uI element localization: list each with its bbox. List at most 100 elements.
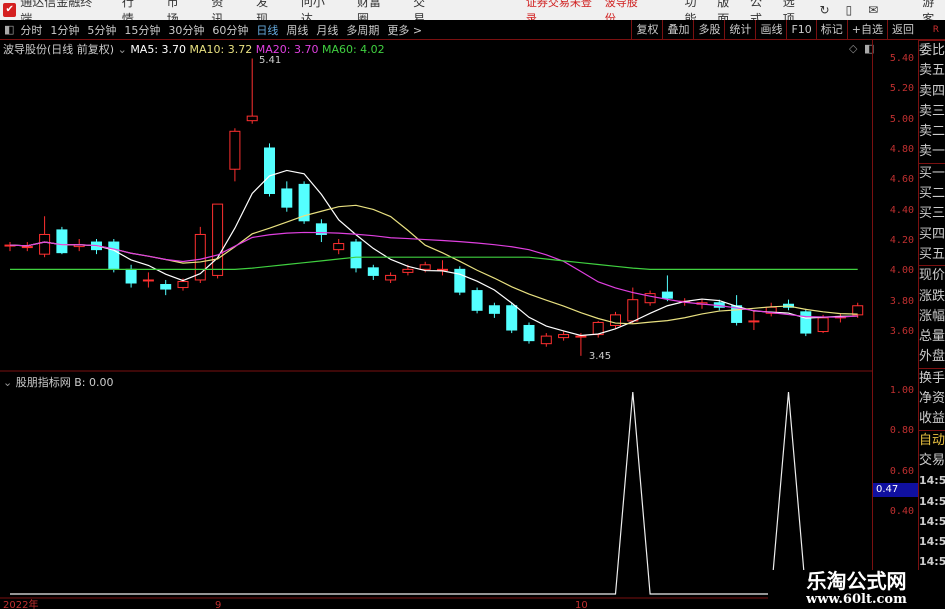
indicator-tick: 1.00 bbox=[889, 385, 914, 396]
period-5min[interactable]: 5分钟 bbox=[87, 22, 116, 38]
app-logo-icon: ✔ bbox=[3, 3, 17, 17]
candle-body bbox=[800, 311, 812, 334]
ma20-label: MA20: 3.70 bbox=[255, 43, 319, 56]
indicator-tick: 0.60 bbox=[889, 465, 914, 477]
indicator-b-line bbox=[10, 391, 858, 595]
quote-label: 14:56 bbox=[919, 474, 945, 488]
phone-icon[interactable]: ▯ bbox=[846, 3, 853, 17]
candle-body bbox=[56, 229, 68, 254]
quote-label: 交易 bbox=[919, 452, 945, 468]
period-more[interactable]: 更多 > bbox=[387, 22, 422, 38]
quote-label: 卖四 bbox=[919, 83, 945, 99]
quote-label: 卖二 bbox=[919, 124, 945, 140]
indicator-name: 股朋指标网 bbox=[15, 376, 71, 389]
quote-panel: 委比 卖五 卖四 卖三 卖二 卖一 买一 买二 买三 买四 买五 现价 涨跌 涨幅 总量 外盘 换手 净资 收益 自动… bbox=[918, 40, 945, 609]
overlay-button[interactable]: 叠加 bbox=[662, 20, 693, 40]
candle-body bbox=[385, 274, 397, 281]
quote-label: 卖三 bbox=[919, 103, 945, 119]
quote-label: 换手 bbox=[919, 367, 945, 389]
collapse-icon[interactable]: ⌄ bbox=[118, 43, 127, 56]
back-button[interactable]: 返回 bbox=[887, 20, 918, 40]
ma5-label: MA5: 3.70 bbox=[130, 43, 187, 56]
refresh-icon[interactable]: ↻ bbox=[820, 3, 830, 17]
candle-body bbox=[39, 233, 51, 255]
quote-label: 14:56 bbox=[919, 535, 945, 549]
sidebar-toggle-icon[interactable]: ◧ bbox=[4, 23, 14, 36]
price-tick: 4.20 bbox=[889, 235, 914, 247]
period-monthly[interactable]: 月线 bbox=[316, 22, 338, 38]
quote-label: 买一 bbox=[919, 162, 945, 184]
indicator-info: ⌄ 股朋指标网 B: 0.00 bbox=[3, 374, 113, 390]
quote-label: 净资 bbox=[919, 391, 945, 407]
ma10-label: MA10: 3.72 bbox=[189, 43, 253, 56]
watermark-name: 乐淘公式网 bbox=[806, 569, 907, 593]
mail-icon[interactable]: ✉ bbox=[868, 3, 878, 17]
candle-body bbox=[610, 314, 621, 326]
quote-label: 收益 bbox=[919, 411, 945, 427]
candle-body bbox=[350, 241, 362, 269]
candle-body bbox=[177, 280, 189, 289]
period-1min[interactable]: 1分钟 bbox=[50, 22, 79, 38]
quote-label: 自动 bbox=[919, 429, 945, 451]
price-tick: 3.60 bbox=[889, 326, 914, 338]
candle-body bbox=[661, 291, 673, 299]
quote-label: 14:56 bbox=[919, 494, 945, 508]
price-tick: 4.00 bbox=[889, 265, 914, 277]
candle-body bbox=[817, 317, 829, 333]
menu-bar: ✔ 通达信金融终端 行情 市场 资讯 发现 问小达 财富圈 交易 证券交易未登录… bbox=[0, 0, 945, 26]
period-15min[interactable]: 15分钟 bbox=[124, 22, 160, 38]
quote-label: 涨跌 bbox=[919, 288, 945, 304]
candle-body bbox=[21, 246, 33, 249]
price-axis: 5.40 5.20 5.00 4.80 4.60 4.40 4.20 4.00 3.80 3.60… bbox=[872, 40, 918, 600]
draw-button[interactable]: 画线 bbox=[755, 20, 786, 40]
price-tick: 4.80 bbox=[889, 144, 914, 156]
candle-body bbox=[246, 115, 258, 122]
date-label: 2022年 bbox=[3, 598, 38, 609]
r-icon[interactable]: R bbox=[933, 25, 939, 35]
indicator-tick: 0.40 bbox=[889, 506, 914, 518]
collapse-icon[interactable]: ⌄ bbox=[3, 376, 12, 389]
candle-body bbox=[125, 268, 137, 284]
candle-body bbox=[437, 268, 448, 271]
add-watchlist-button[interactable]: +自选 bbox=[846, 20, 887, 40]
price-tick: 5.20 bbox=[889, 83, 914, 95]
cursor-value: 0.47 bbox=[873, 483, 918, 497]
price-tick: 5.40 bbox=[889, 53, 914, 64]
candle-body bbox=[575, 335, 587, 338]
period-multi[interactable]: 多周期 bbox=[346, 22, 379, 38]
quote-label: 卖一 bbox=[919, 144, 945, 160]
period-tick[interactable]: 分时 bbox=[20, 22, 42, 38]
quote-label: 卖五 bbox=[919, 63, 945, 79]
price-tick: 4.60 bbox=[889, 174, 914, 186]
mark-button[interactable]: 标记 bbox=[815, 20, 847, 40]
candle-body bbox=[333, 243, 345, 251]
quote-label: 买二 bbox=[919, 186, 945, 202]
quote-label: 买三 bbox=[919, 206, 945, 222]
diamond-icon[interactable]: ◇ bbox=[849, 42, 857, 55]
candle-body bbox=[627, 299, 639, 322]
date-label: 9 bbox=[215, 600, 221, 609]
quote-label: 委比 bbox=[919, 40, 945, 61]
main-chart-info: 波导股份(日线 前复权) ⌄ MA5: 3.70 MA10: 3.72 MA20… bbox=[3, 41, 385, 57]
quote-label: 买四 bbox=[919, 226, 945, 242]
watermark-url: www.60lt.com bbox=[806, 592, 907, 607]
adjust-button[interactable]: 复权 bbox=[631, 20, 662, 40]
candle-body bbox=[108, 241, 120, 270]
candle-body bbox=[229, 130, 241, 170]
quote-label: 外盘 bbox=[919, 349, 945, 365]
statistics-button[interactable]: 统计 bbox=[724, 20, 755, 40]
period-weekly[interactable]: 周线 bbox=[286, 22, 308, 38]
candle-body bbox=[540, 335, 552, 345]
candle-body bbox=[454, 268, 466, 293]
ma60-line bbox=[10, 256, 858, 270]
f10-button[interactable]: F10 bbox=[786, 20, 815, 40]
period-30min[interactable]: 30分钟 bbox=[168, 22, 204, 38]
period-toolbar: ◧ 分时 1分钟 5分钟 15分钟 30分钟 60分钟 日线 周线 月线 多周期… bbox=[0, 20, 945, 40]
period-daily[interactable]: 日线 bbox=[256, 22, 278, 38]
multi-stock-button[interactable]: 多股 bbox=[693, 20, 724, 40]
ma10-line bbox=[9, 204, 858, 325]
candle-body bbox=[471, 290, 483, 311]
period-60min[interactable]: 60分钟 bbox=[212, 22, 248, 38]
chart-canvas[interactable]: 5.413.452022年 9 10 bbox=[0, 40, 872, 609]
candle-body bbox=[523, 324, 535, 342]
